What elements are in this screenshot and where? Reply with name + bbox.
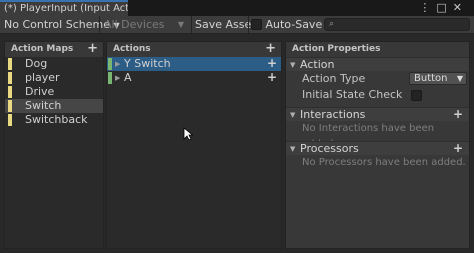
action-map-item[interactable]: Switchback: [5, 113, 103, 127]
add-binding-icon[interactable]: +: [267, 56, 277, 70]
action-properties-body: ▼ Action Action Type Button ▼ Initial St…: [286, 57, 469, 248]
kebab-menu-icon[interactable]: ⋮: [419, 1, 436, 14]
devices-dropdown[interactable]: All Devices ▼: [104, 16, 188, 33]
action-maps-header: Action Maps +: [5, 41, 103, 57]
add-processor-icon[interactable]: +: [453, 141, 463, 155]
toolbar-divider: [99, 16, 100, 33]
action-maps-panel: Action Maps + Dog player Drive Switch Sw…: [4, 41, 104, 249]
action-map-label: Drive: [25, 85, 55, 98]
actions-panel: Actions + ▶ Y Switch + ▶ A +: [106, 41, 282, 249]
action-type-value: Button: [414, 73, 448, 84]
toolbar: No Control Scheme ▼ All Devices ▼ Save A…: [0, 16, 474, 34]
action-map-item[interactable]: Switch: [5, 99, 103, 113]
save-asset-button[interactable]: Save Asset: [195, 16, 256, 33]
expand-triangle-icon[interactable]: ▶: [115, 57, 120, 71]
action-map-label: Dog: [25, 57, 48, 70]
add-binding-icon[interactable]: +: [267, 70, 277, 84]
action-label: Y Switch: [124, 57, 171, 70]
action-maps-title: Action Maps: [11, 44, 74, 54]
actions-header: Actions +: [107, 41, 281, 57]
action-map-marker: [8, 86, 12, 98]
search-input[interactable]: ⌕: [324, 18, 470, 31]
interactions-section-label: Interactions: [300, 108, 366, 121]
window-controls: ⋮□✕: [419, 1, 468, 14]
processors-section-label: Processors: [300, 142, 359, 155]
collapse-triangle-icon[interactable]: ▼: [290, 108, 295, 122]
auto-save-checkbox[interactable]: [251, 19, 262, 30]
auto-save-label: Auto-Save: [265, 18, 323, 31]
action-map-item[interactable]: Drive: [5, 85, 103, 99]
add-action-icon[interactable]: +: [265, 41, 276, 56]
action-maps-list: Dog player Drive Switch Switchback: [5, 57, 103, 248]
control-scheme-label: No Control Scheme: [4, 18, 110, 31]
actions-list: ▶ Y Switch + ▶ A +: [107, 56, 281, 248]
action-map-label: player: [25, 71, 60, 84]
add-interaction-icon[interactable]: +: [453, 107, 463, 121]
action-properties-panel: Action Properties ▼ Action Action Type B…: [285, 41, 470, 249]
actions-title: Actions: [113, 44, 151, 54]
chevron-down-icon: ▼: [456, 74, 463, 83]
auto-save-toggle[interactable]: Auto-Save: [251, 16, 322, 33]
action-type-row: Action Type Button ▼: [286, 71, 469, 87]
action-section-label: Action: [300, 58, 335, 71]
toolbar-divider: [248, 16, 249, 33]
action-map-item[interactable]: player: [5, 71, 103, 85]
action-item[interactable]: ▶ A +: [107, 70, 281, 85]
action-map-marker: [8, 100, 12, 112]
action-map-label: Switchback: [25, 113, 88, 126]
action-map-marker: [8, 72, 12, 84]
add-action-map-icon[interactable]: +: [87, 41, 98, 56]
action-label: A: [124, 71, 132, 84]
action-map-marker: [8, 114, 12, 126]
maximize-icon[interactable]: □: [436, 1, 452, 14]
action-properties-header: Action Properties: [286, 42, 469, 57]
action-type-label: Action Type: [302, 72, 366, 85]
search-icon: ⌕: [329, 19, 335, 29]
action-properties-title: Action Properties: [292, 44, 381, 54]
window-titlebar: (*) PlayerInput (Input Acti... ⋮□✕: [0, 0, 474, 16]
action-marker: [108, 58, 112, 70]
control-scheme-dropdown[interactable]: No Control Scheme ▼: [4, 16, 120, 33]
initial-state-checkbox[interactable]: [411, 90, 422, 101]
toolbar-divider: [191, 16, 192, 33]
window-tab-title: (*) PlayerInput (Input Acti...: [4, 3, 128, 14]
mouse-cursor-icon: [183, 127, 193, 141]
expand-triangle-icon[interactable]: ▶: [115, 71, 120, 85]
action-marker: [108, 72, 112, 84]
chevron-down-icon: ▼: [177, 20, 184, 29]
interactions-section-header[interactable]: ▼ Interactions +: [286, 107, 469, 121]
save-asset-label: Save Asset: [195, 18, 256, 31]
processors-section-header[interactable]: ▼ Processors +: [286, 141, 469, 155]
collapse-triangle-icon[interactable]: ▼: [290, 58, 295, 72]
collapse-triangle-icon[interactable]: ▼: [290, 142, 295, 156]
devices-label: All Devices: [104, 18, 165, 31]
initial-state-row: Initial State Check: [286, 87, 469, 103]
action-map-item[interactable]: Dog: [5, 57, 103, 71]
action-type-dropdown[interactable]: Button ▼: [409, 72, 467, 85]
action-section-header[interactable]: ▼ Action: [286, 57, 469, 71]
interactions-empty-message: No Interactions have been added.: [302, 123, 435, 150]
action-map-marker: [8, 58, 12, 70]
window-tab[interactable]: (*) PlayerInput (Input Acti...: [0, 0, 128, 16]
action-item[interactable]: ▶ Y Switch +: [107, 56, 281, 71]
action-map-label: Switch: [25, 99, 62, 112]
close-icon[interactable]: ✕: [453, 1, 468, 14]
processors-empty-message: No Processors have been added.: [302, 157, 466, 168]
initial-state-label: Initial State Check: [302, 88, 403, 101]
